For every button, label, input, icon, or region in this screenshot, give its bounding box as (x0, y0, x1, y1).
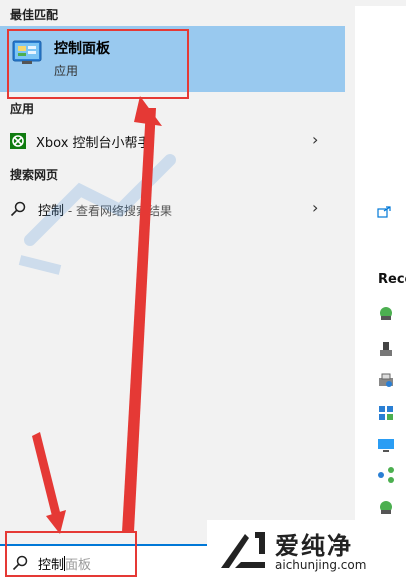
network-icon-2[interactable] (377, 498, 395, 516)
network-icon[interactable] (377, 304, 395, 322)
device-icon[interactable] (377, 340, 395, 358)
watermark-url: aichunjing.com (275, 558, 367, 572)
printer-icon[interactable] (377, 372, 395, 390)
pane-divider (345, 0, 355, 580)
watermark-text: 爱纯净 (275, 532, 353, 560)
open-icon[interactable] (377, 206, 391, 218)
best-match-heading: 最佳匹配 (10, 8, 59, 22)
monitor-icon[interactable] (377, 436, 395, 454)
recent-heading: Rece (378, 272, 406, 287)
watermark-logo-icon (221, 532, 265, 568)
preview-pane: Rece (355, 6, 406, 580)
chevron-right-icon[interactable]: › (312, 198, 318, 217)
annotation-box-search (5, 531, 137, 577)
annotation-box-best-match (7, 29, 189, 99)
share-icon[interactable] (377, 466, 395, 484)
chevron-right-icon[interactable]: › (312, 130, 318, 149)
watermark-logo-faint (18, 154, 176, 275)
network-grid-icon[interactable] (377, 404, 395, 422)
watermark: 爱纯净 aichunjing.com (207, 520, 406, 580)
